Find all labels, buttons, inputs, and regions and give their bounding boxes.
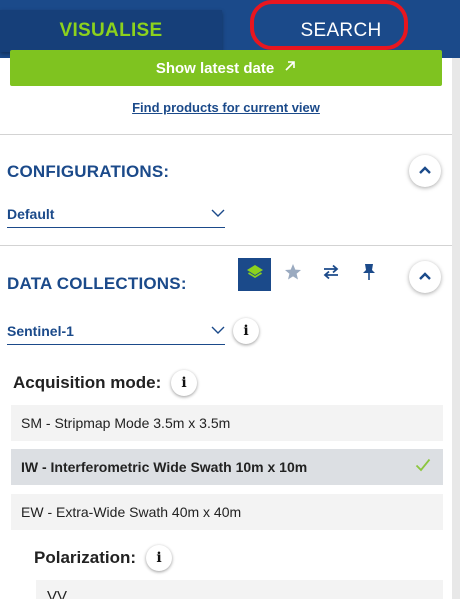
compare-tab-button[interactable] <box>314 258 347 291</box>
info-icon: i <box>243 323 249 339</box>
scrollbar-track[interactable] <box>452 58 460 599</box>
chevron-down-icon <box>211 209 225 218</box>
acquisition-option-ew[interactable]: EW - Extra-Wide Swath 40m x 40m <box>11 494 443 530</box>
acquisition-mode-label: Acquisition mode: <box>13 373 162 392</box>
acquisition-option-label: IW - Interferometric Wide Swath 10m x 10… <box>21 459 308 475</box>
tab-visualise[interactable]: VISUALISE <box>0 10 222 52</box>
data-collection-select[interactable]: Sentinel-1 <box>7 317 225 345</box>
favourites-tab-button[interactable] <box>276 258 309 291</box>
layers-icon <box>246 264 264 285</box>
info-icon: i <box>156 550 162 566</box>
section-divider <box>0 245 452 246</box>
acquisition-mode-info-button[interactable]: i <box>171 370 197 396</box>
chevron-up-icon <box>418 162 432 180</box>
find-products-link[interactable]: Find products for current view <box>0 100 452 115</box>
data-collection-info-button[interactable]: i <box>233 318 259 344</box>
pin-icon <box>362 263 376 286</box>
polarization-option-vv[interactable]: VV <box>36 580 443 599</box>
polarization-label: Polarization: <box>34 548 137 567</box>
data-collections-title: DATA COLLECTIONS: <box>7 274 187 293</box>
acquisition-option-label: EW - Extra-Wide Swath 40m x 40m <box>21 504 242 520</box>
pins-tab-button[interactable] <box>352 258 385 291</box>
star-icon <box>284 263 302 286</box>
info-icon: i <box>181 375 187 391</box>
swap-icon <box>322 264 340 285</box>
show-latest-date-button[interactable]: Show latest date <box>10 50 442 86</box>
layers-tab-button[interactable] <box>238 258 271 291</box>
arrow-up-right-icon <box>284 59 296 77</box>
data-collections-collapse-button[interactable] <box>409 261 441 293</box>
section-divider <box>0 134 452 135</box>
tab-search[interactable]: SEARCH <box>230 10 452 52</box>
acquisition-option-label: SM - Stripmap Mode 3.5m x 3.5m <box>21 415 231 431</box>
configuration-select-value: Default <box>7 205 55 222</box>
acquisition-option-iw[interactable]: IW - Interferometric Wide Swath 10m x 10… <box>11 449 443 485</box>
chevron-up-icon <box>418 268 432 286</box>
show-latest-date-label: Show latest date <box>155 59 275 77</box>
configuration-select[interactable]: Default <box>7 200 225 228</box>
polarization-info-button[interactable]: i <box>146 545 172 571</box>
data-collection-select-value: Sentinel-1 <box>7 322 74 339</box>
chevron-down-icon <box>211 326 225 335</box>
acquisition-option-sm[interactable]: SM - Stripmap Mode 3.5m x 3.5m <box>11 405 443 441</box>
polarization-option-label: VV <box>47 588 68 599</box>
configurations-collapse-button[interactable] <box>409 155 441 187</box>
configurations-title: CONFIGURATIONS: <box>7 162 170 181</box>
checkmark-icon <box>415 456 431 477</box>
